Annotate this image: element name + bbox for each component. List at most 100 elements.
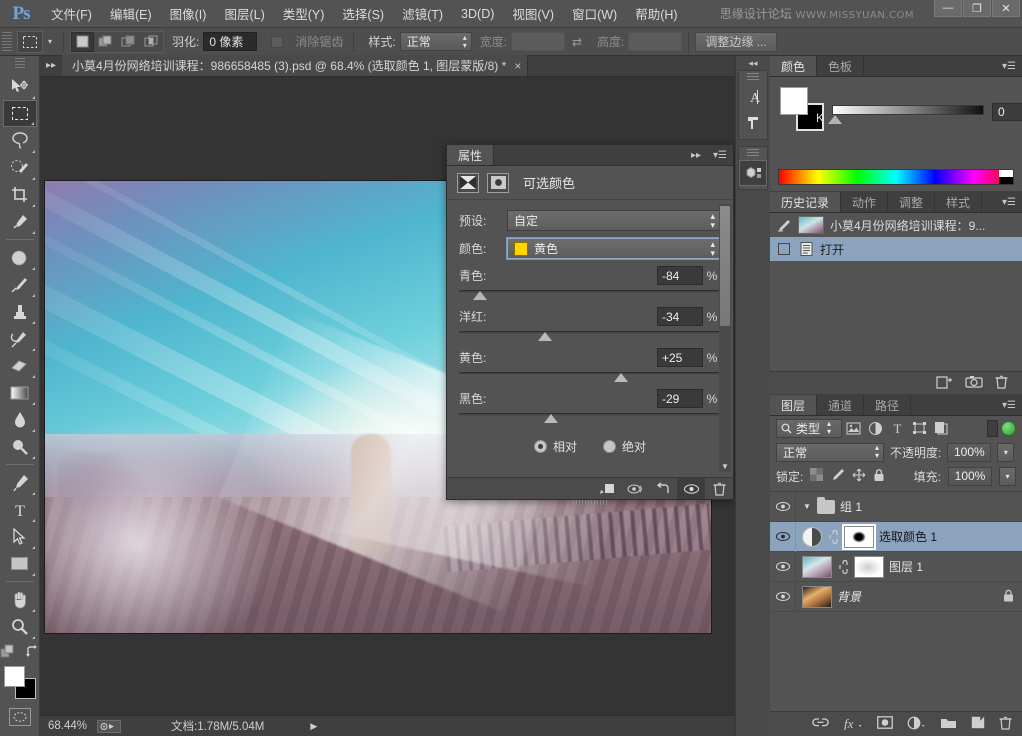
lock-all-icon[interactable] (873, 468, 885, 485)
tab-color[interactable]: 颜色 (770, 56, 817, 76)
eye-icon[interactable] (770, 582, 796, 612)
color-select[interactable]: 黄色 ▴▾ (507, 238, 721, 259)
yellow-input[interactable]: +25 (657, 348, 703, 367)
k-channel-input[interactable]: 0 (992, 103, 1022, 121)
layer-thumbnail[interactable] (802, 586, 832, 608)
layer-mask-thumbnail[interactable] (854, 556, 884, 578)
lock-image-icon[interactable] (830, 468, 845, 484)
status-expand-arrow-icon[interactable]: ▶ (310, 721, 317, 732)
add-to-selection-button[interactable] (94, 32, 117, 52)
filter-smart-objects-icon[interactable] (930, 418, 952, 438)
add-adjustment-layer-icon[interactable] (907, 716, 926, 733)
opacity-input[interactable]: 100% (947, 443, 991, 462)
scrollbar-thumb[interactable] (720, 206, 730, 326)
tab-paths[interactable]: 路径 (864, 395, 911, 415)
eye-icon[interactable] (770, 552, 796, 582)
magenta-input[interactable]: -34 (657, 307, 703, 326)
yellow-slider[interactable] (459, 369, 721, 383)
rectangle-tool[interactable] (3, 550, 37, 577)
group-expand-icon[interactable]: ▼ (802, 502, 812, 511)
layer-name[interactable]: 图层 1 (889, 558, 923, 575)
layer-row-layer1[interactable]: 图层 1 (770, 552, 1022, 582)
reset-adjustment-icon[interactable] (649, 478, 677, 499)
layer-row-selective-color[interactable]: 选取颜色 1 (770, 522, 1022, 552)
blur-tool[interactable] (3, 406, 37, 433)
properties-scrollbar[interactable]: ▼ (719, 204, 731, 472)
history-panel-menu-icon[interactable]: ▾☰ (996, 192, 1022, 212)
swap-colors-icon[interactable] (25, 644, 40, 662)
layer-thumbnail[interactable] (802, 556, 832, 578)
create-snapshot-icon[interactable] (965, 375, 983, 391)
layer-name[interactable]: 选取颜色 1 (879, 528, 937, 545)
dodge-tool[interactable] (3, 433, 37, 460)
crop-tool[interactable] (3, 181, 37, 208)
preset-select[interactable]: 自定 ▴▾ (507, 210, 721, 231)
intersect-selection-button[interactable] (140, 32, 163, 52)
fill-dropdown-icon[interactable]: ▾ (999, 467, 1016, 486)
cyan-slider-handle[interactable] (473, 291, 487, 300)
adjustment-layer-thumbnail[interactable] (802, 527, 822, 547)
add-layer-mask-icon[interactable] (877, 716, 893, 732)
collapse-panel-icon[interactable]: ▸▸ (40, 55, 62, 76)
layer-name[interactable]: 组 1 (840, 498, 862, 515)
relative-radio[interactable]: 相对 (534, 438, 577, 455)
spot-healing-brush-tool[interactable] (3, 244, 37, 271)
magenta-slider[interactable] (459, 328, 721, 342)
clone-stamp-tool[interactable] (3, 298, 37, 325)
close-document-icon[interactable]: × (514, 59, 521, 73)
k-channel-slider[interactable] (832, 105, 984, 115)
eye-icon[interactable] (770, 492, 796, 522)
style-select[interactable]: 正常 ▴▾ (400, 32, 472, 51)
eyedropper-tool[interactable] (3, 208, 37, 235)
lock-position-icon[interactable] (852, 468, 866, 485)
dock-group-grip[interactable] (747, 73, 759, 82)
new-group-icon[interactable] (940, 716, 957, 732)
antialias-checkbox[interactable] (271, 36, 283, 48)
absolute-radio[interactable]: 绝对 (603, 438, 646, 455)
lasso-tool[interactable] (3, 127, 37, 154)
spectrum-blackwhite-swatch[interactable] (999, 170, 1013, 184)
properties-resize-grip[interactable] (573, 500, 607, 505)
create-document-from-state-icon[interactable] (936, 375, 953, 392)
link-layers-icon[interactable] (812, 717, 829, 731)
view-previous-state-icon[interactable] (621, 478, 649, 499)
tab-channels[interactable]: 通道 (817, 395, 864, 415)
path-selection-tool[interactable] (3, 523, 37, 550)
zoom-level[interactable]: 68.44% (48, 720, 87, 732)
eraser-tool[interactable] (3, 352, 37, 379)
properties-menu-icon[interactable]: ▾☰ (707, 145, 733, 165)
refine-edge-button[interactable]: 调整边缘 ... (695, 32, 776, 52)
layers-panel-menu-icon[interactable]: ▾☰ (996, 395, 1022, 415)
layer-mask-thumbnail[interactable] (844, 526, 874, 548)
tab-layers[interactable]: 图层 (770, 395, 817, 415)
options-bar-grip[interactable] (2, 32, 12, 52)
selective-color-icon[interactable] (457, 173, 479, 193)
toggle-layer-visibility-icon[interactable] (677, 478, 705, 499)
feather-input[interactable]: 0 像素 (203, 32, 257, 51)
dock-group-grip-2[interactable] (747, 149, 759, 158)
menu-3d[interactable]: 3D(D) (452, 4, 503, 24)
tab-styles[interactable]: 样式 (935, 192, 982, 212)
filter-pixel-layers-icon[interactable] (842, 418, 864, 438)
blend-mode-select[interactable]: 正常 ▴▾ (776, 443, 884, 462)
menu-help[interactable]: 帮助(H) (626, 1, 686, 26)
eye-icon[interactable] (770, 522, 796, 552)
layer-filter-type-select[interactable]: 类型 ▴▾ (776, 419, 842, 438)
new-selection-button[interactable] (71, 32, 94, 52)
adjustment-layer-icon[interactable] (487, 173, 509, 193)
tab-history[interactable]: 历史记录 (770, 192, 841, 212)
close-button[interactable]: ✕ (992, 0, 1020, 17)
paragraph-panel-icon[interactable] (739, 110, 767, 136)
history-state-checkbox[interactable] (776, 243, 792, 255)
tab-actions[interactable]: 动作 (841, 192, 888, 212)
foreground-color-swatch[interactable] (4, 666, 25, 687)
black-slider-handle[interactable] (544, 414, 558, 423)
black-input[interactable]: -29 (657, 389, 703, 408)
clip-to-layer-icon[interactable] (593, 478, 621, 499)
yellow-slider-handle[interactable] (614, 373, 628, 382)
menu-select[interactable]: 选择(S) (333, 1, 393, 26)
tab-swatches[interactable]: 色板 (817, 56, 864, 76)
toolbox-grip[interactable] (15, 58, 25, 70)
k-channel-handle[interactable] (828, 115, 842, 124)
height-input[interactable] (628, 32, 682, 51)
